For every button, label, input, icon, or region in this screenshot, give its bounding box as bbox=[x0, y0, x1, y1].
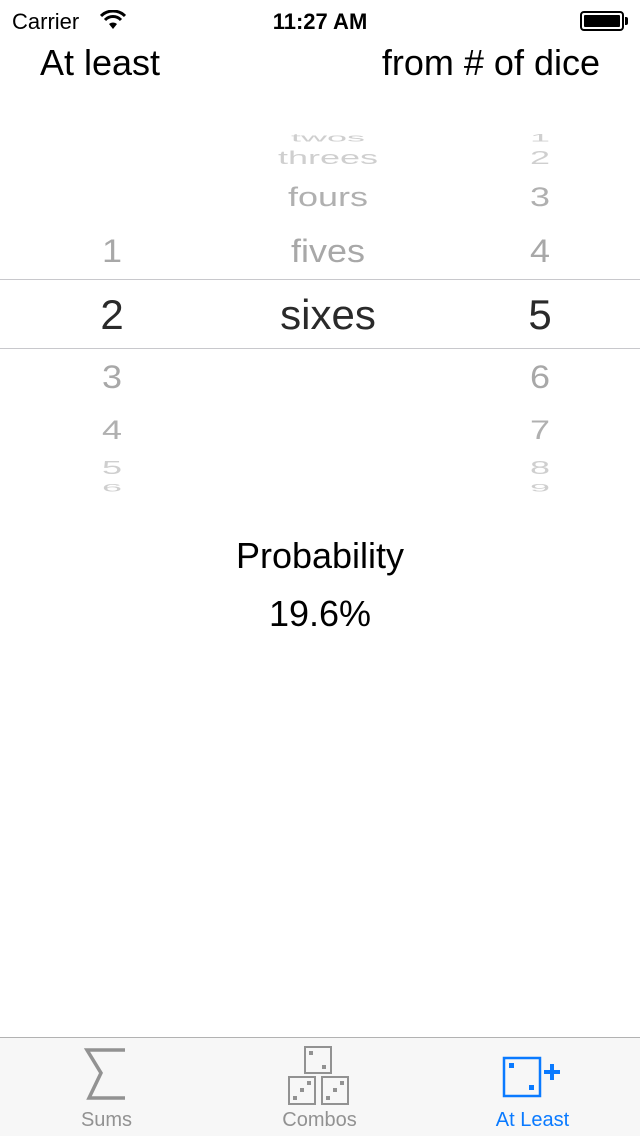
picker-dice-option[interactable]: 4 bbox=[470, 234, 610, 267]
picker-face-option[interactable]: threes bbox=[258, 149, 398, 167]
probability-value: 19.6% bbox=[268, 593, 372, 634]
picker-face-option[interactable]: fours bbox=[258, 183, 398, 211]
probability-label: Probability bbox=[235, 535, 405, 576]
tab-sums[interactable]: Sums bbox=[0, 1038, 213, 1136]
carrier-label: Carrier bbox=[12, 9, 80, 34]
picker-dice-option[interactable]: 2 bbox=[470, 149, 610, 167]
picker-dice-option[interactable]: 3 bbox=[470, 183, 610, 211]
picker[interactable]: 1 2 3 4 5 6 twos threes fours fives sixes 1 2 3 4 5 6 7 8 9 bbox=[0, 120, 640, 494]
battery-nub bbox=[625, 17, 628, 25]
dice-count-heading: from # of dice bbox=[381, 42, 600, 83]
picker-dice-option[interactable]: 7 bbox=[470, 416, 610, 444]
picker-dice-option[interactable]: 1 bbox=[470, 132, 610, 144]
picker-face-option[interactable]: fives bbox=[258, 234, 398, 267]
picker-dice-option[interactable]: 9 bbox=[470, 482, 610, 494]
tab-at-least[interactable]: At Least bbox=[426, 1038, 639, 1136]
tab-label: Combos bbox=[282, 1109, 357, 1131]
tab-bar: Sums Combos At Least bbox=[0, 1037, 640, 1136]
picker-count-option[interactable]: 6 bbox=[42, 482, 182, 494]
picker-count-option[interactable]: 2 bbox=[42, 294, 182, 336]
status-bar: Carrier 11:27 AM bbox=[0, 0, 640, 40]
picker-dice-option[interactable]: 8 bbox=[470, 459, 610, 477]
tab-label: Sums bbox=[80, 1109, 133, 1131]
picker-count-option[interactable]: 3 bbox=[42, 360, 182, 393]
picker-count-option[interactable]: 5 bbox=[42, 459, 182, 477]
battery-icon bbox=[580, 11, 624, 31]
die-plus-icon bbox=[502, 1056, 560, 1098]
tab-label: At Least bbox=[495, 1109, 570, 1131]
picker-dice-option[interactable]: 6 bbox=[470, 360, 610, 393]
tab-combos[interactable]: Combos bbox=[213, 1038, 426, 1136]
at-least-heading: At least bbox=[40, 42, 161, 83]
picker-count-option[interactable]: 4 bbox=[42, 416, 182, 444]
picker-count-option[interactable]: 1 bbox=[42, 234, 182, 267]
picker-face-option[interactable]: twos bbox=[258, 132, 398, 144]
sigma-icon bbox=[83, 1048, 125, 1100]
picker-face-option[interactable]: sixes bbox=[258, 294, 398, 336]
wifi-icon bbox=[100, 10, 126, 29]
picker-dice-option[interactable]: 5 bbox=[470, 294, 610, 336]
dice-stack-icon bbox=[288, 1046, 349, 1105]
clock: 11:27 AM bbox=[272, 9, 368, 34]
